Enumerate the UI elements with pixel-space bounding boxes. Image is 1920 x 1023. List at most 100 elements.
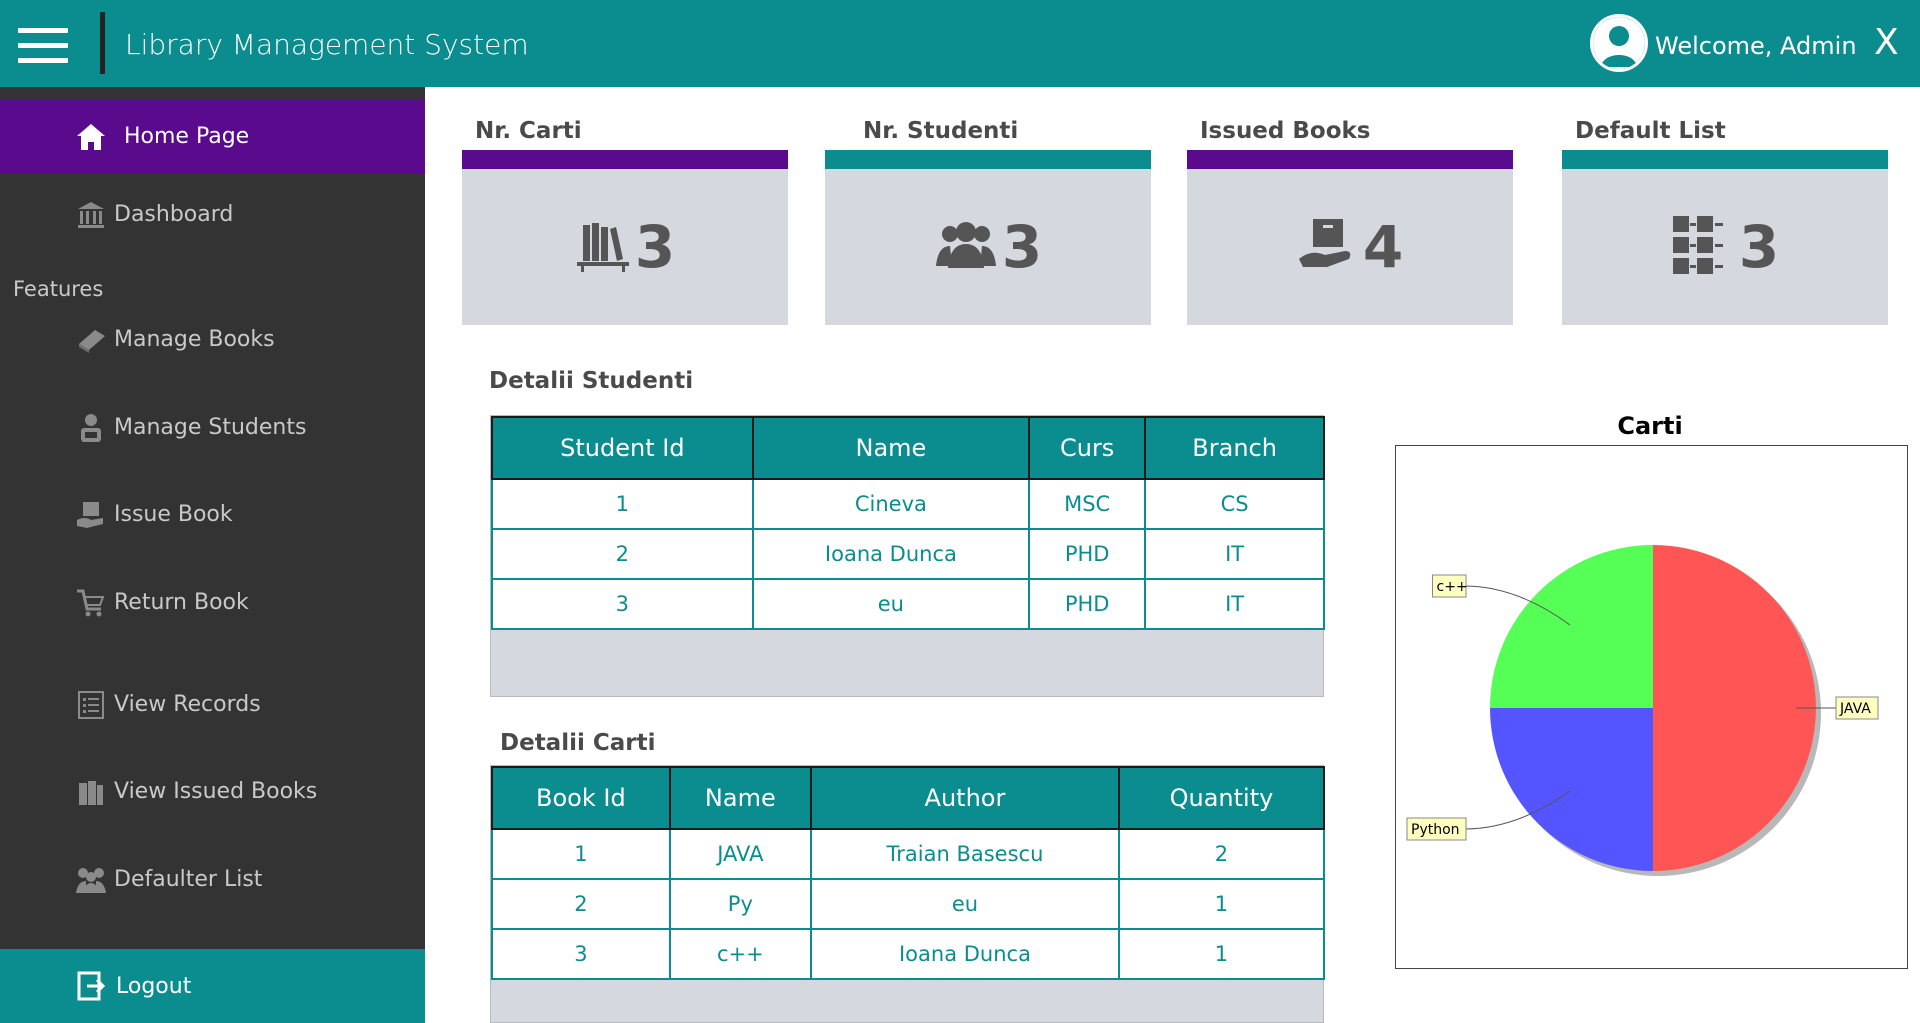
card-title-default: Default List xyxy=(1575,118,1726,144)
chart-title: Carti xyxy=(1617,412,1683,440)
table-cell[interactable]: PHD xyxy=(1028,528,1147,580)
table-cell[interactable]: c++ xyxy=(668,928,812,980)
students-table: Student Id Name Curs Branch 1 Cineva MSC… xyxy=(491,416,1325,630)
issue-book-icon xyxy=(74,498,108,532)
table-row[interactable]: 3 c++ Ioana Dunca 1 xyxy=(491,928,1326,980)
users-icon xyxy=(934,220,998,274)
hand-book-icon xyxy=(1297,215,1359,279)
close-button[interactable]: X xyxy=(1874,22,1899,63)
table-row[interactable]: 2 Py eu 1 xyxy=(491,878,1326,930)
column-header[interactable]: Name xyxy=(751,416,1031,480)
column-header[interactable]: Student Id xyxy=(491,416,754,480)
app-header: Library Management System Welcome, Admin… xyxy=(0,0,1920,87)
column-header[interactable]: Book Id xyxy=(491,766,671,830)
header-divider xyxy=(100,12,105,74)
sidebar-item-dashboard[interactable]: Dashboard xyxy=(0,187,425,242)
table-cell[interactable]: eu xyxy=(809,878,1120,930)
bookshelf-icon xyxy=(575,217,631,277)
sidebar-item-label: Manage Books xyxy=(114,327,275,352)
sidebar-item-defaulter-list[interactable]: Defaulter List xyxy=(0,852,425,907)
books-icon xyxy=(74,775,108,809)
table-cell[interactable]: 3 xyxy=(491,578,754,630)
table-cell[interactable]: MSC xyxy=(1028,478,1147,530)
svg-text:Python: Python xyxy=(1411,822,1460,838)
table-cell[interactable]: 3 xyxy=(491,928,671,980)
table-cell[interactable]: Cineva xyxy=(751,478,1031,530)
books-section-title: Detalii Carti xyxy=(500,730,656,756)
card-title-carti: Nr. Carti xyxy=(475,118,582,144)
table-cell[interactable]: PHD xyxy=(1028,578,1147,630)
card-nr-carti: 3 xyxy=(462,150,788,325)
table-cell[interactable]: 1 xyxy=(1117,928,1326,980)
svg-text:JAVA: JAVA xyxy=(1839,701,1871,717)
sidebar-item-label: Return Book xyxy=(114,590,249,615)
table-cell[interactable]: 2 xyxy=(1117,828,1326,880)
sidebar-item-return-book[interactable]: Return Book xyxy=(0,575,425,630)
sidebar-item-manage-books[interactable]: Manage Books xyxy=(0,312,425,367)
logout-button[interactable]: Logout xyxy=(0,949,425,1023)
table-cell[interactable]: 2 xyxy=(491,878,671,930)
table-row[interactable]: 3 eu PHD IT xyxy=(491,578,1325,630)
table-cell[interactable]: Ioana Dunca xyxy=(809,928,1120,980)
table-cell[interactable]: eu xyxy=(751,578,1031,630)
card-default-list: 3 xyxy=(1562,150,1888,325)
students-table-container: Student Id Name Curs Branch 1 Cineva MSC… xyxy=(490,415,1325,697)
sidebar-item-label: View Records xyxy=(114,692,261,717)
sidebar-item-issue-book[interactable]: Issue Book xyxy=(0,487,425,542)
sidebar: Home Page Dashboard Features Manage Book… xyxy=(0,87,425,1023)
column-header[interactable]: Branch xyxy=(1144,416,1325,480)
logout-icon xyxy=(76,970,108,1002)
table-cell[interactable]: Traian Basescu xyxy=(809,828,1120,880)
card-bar xyxy=(462,150,788,169)
sidebar-item-manage-students[interactable]: Manage Students xyxy=(0,400,425,455)
column-header[interactable]: Quantity xyxy=(1117,766,1326,830)
book-icon xyxy=(74,323,108,357)
bank-icon xyxy=(74,198,108,232)
sidebar-item-view-records[interactable]: View Records xyxy=(0,677,425,732)
sidebar-item-label: Manage Students xyxy=(114,415,307,440)
card-bar xyxy=(1187,150,1513,169)
table-row[interactable]: 1 JAVA Traian Basescu 2 xyxy=(491,828,1326,880)
return-cart-icon xyxy=(74,586,108,620)
table-cell[interactable]: Ioana Dunca xyxy=(751,528,1031,580)
card-value: 3 xyxy=(1738,213,1780,281)
menu-icon[interactable] xyxy=(18,28,68,63)
table-cell[interactable]: 2 xyxy=(491,528,754,580)
card-title-issued: Issued Books xyxy=(1200,118,1371,144)
card-issued-books: 4 xyxy=(1187,150,1513,325)
card-nr-studenti: 3 xyxy=(825,150,1151,325)
card-bar xyxy=(1562,150,1888,169)
table-header-row: Student Id Name Curs Branch xyxy=(491,416,1325,480)
sidebar-item-label: View Issued Books xyxy=(114,779,318,804)
column-header[interactable]: Curs xyxy=(1028,416,1147,480)
table-cell[interactable]: Py xyxy=(668,878,812,930)
table-cell[interactable]: IT xyxy=(1144,528,1325,580)
sidebar-item-view-issued-books[interactable]: View Issued Books xyxy=(0,764,425,819)
student-icon xyxy=(74,411,108,445)
welcome-text: Welcome, Admin xyxy=(1655,32,1857,60)
books-table-container: Book Id Name Author Quantity 1 JAVA Trai… xyxy=(490,765,1326,1023)
pie-slice-c- xyxy=(1490,545,1653,708)
sidebar-item-home[interactable]: Home Page xyxy=(0,99,425,174)
card-value: 3 xyxy=(634,213,676,281)
home-icon xyxy=(74,120,108,154)
pie-slice-java xyxy=(1653,545,1816,871)
column-header[interactable]: Author xyxy=(809,766,1120,830)
table-cell[interactable]: JAVA xyxy=(668,828,812,880)
card-value: 3 xyxy=(1001,213,1043,281)
table-cell[interactable]: IT xyxy=(1144,578,1325,630)
table-row[interactable]: 2 Ioana Dunca PHD IT xyxy=(491,528,1325,580)
svg-text:c++: c++ xyxy=(1437,579,1468,595)
table-row[interactable]: 1 Cineva MSC CS xyxy=(491,478,1325,530)
column-header[interactable]: Name xyxy=(668,766,812,830)
table-header-row: Book Id Name Author Quantity xyxy=(491,766,1326,830)
card-value: 4 xyxy=(1362,213,1404,281)
table-cell[interactable]: 1 xyxy=(491,828,671,880)
table-cell[interactable]: CS xyxy=(1144,478,1325,530)
table-cell[interactable]: 1 xyxy=(491,478,754,530)
table-cell[interactable]: 1 xyxy=(1117,878,1326,930)
sidebar-item-label: Home Page xyxy=(124,124,250,149)
sidebar-item-label: Issue Book xyxy=(114,502,233,527)
pie-slice-python xyxy=(1490,708,1653,871)
pie-chart-panel: JAVA Python c++ xyxy=(1395,445,1908,969)
